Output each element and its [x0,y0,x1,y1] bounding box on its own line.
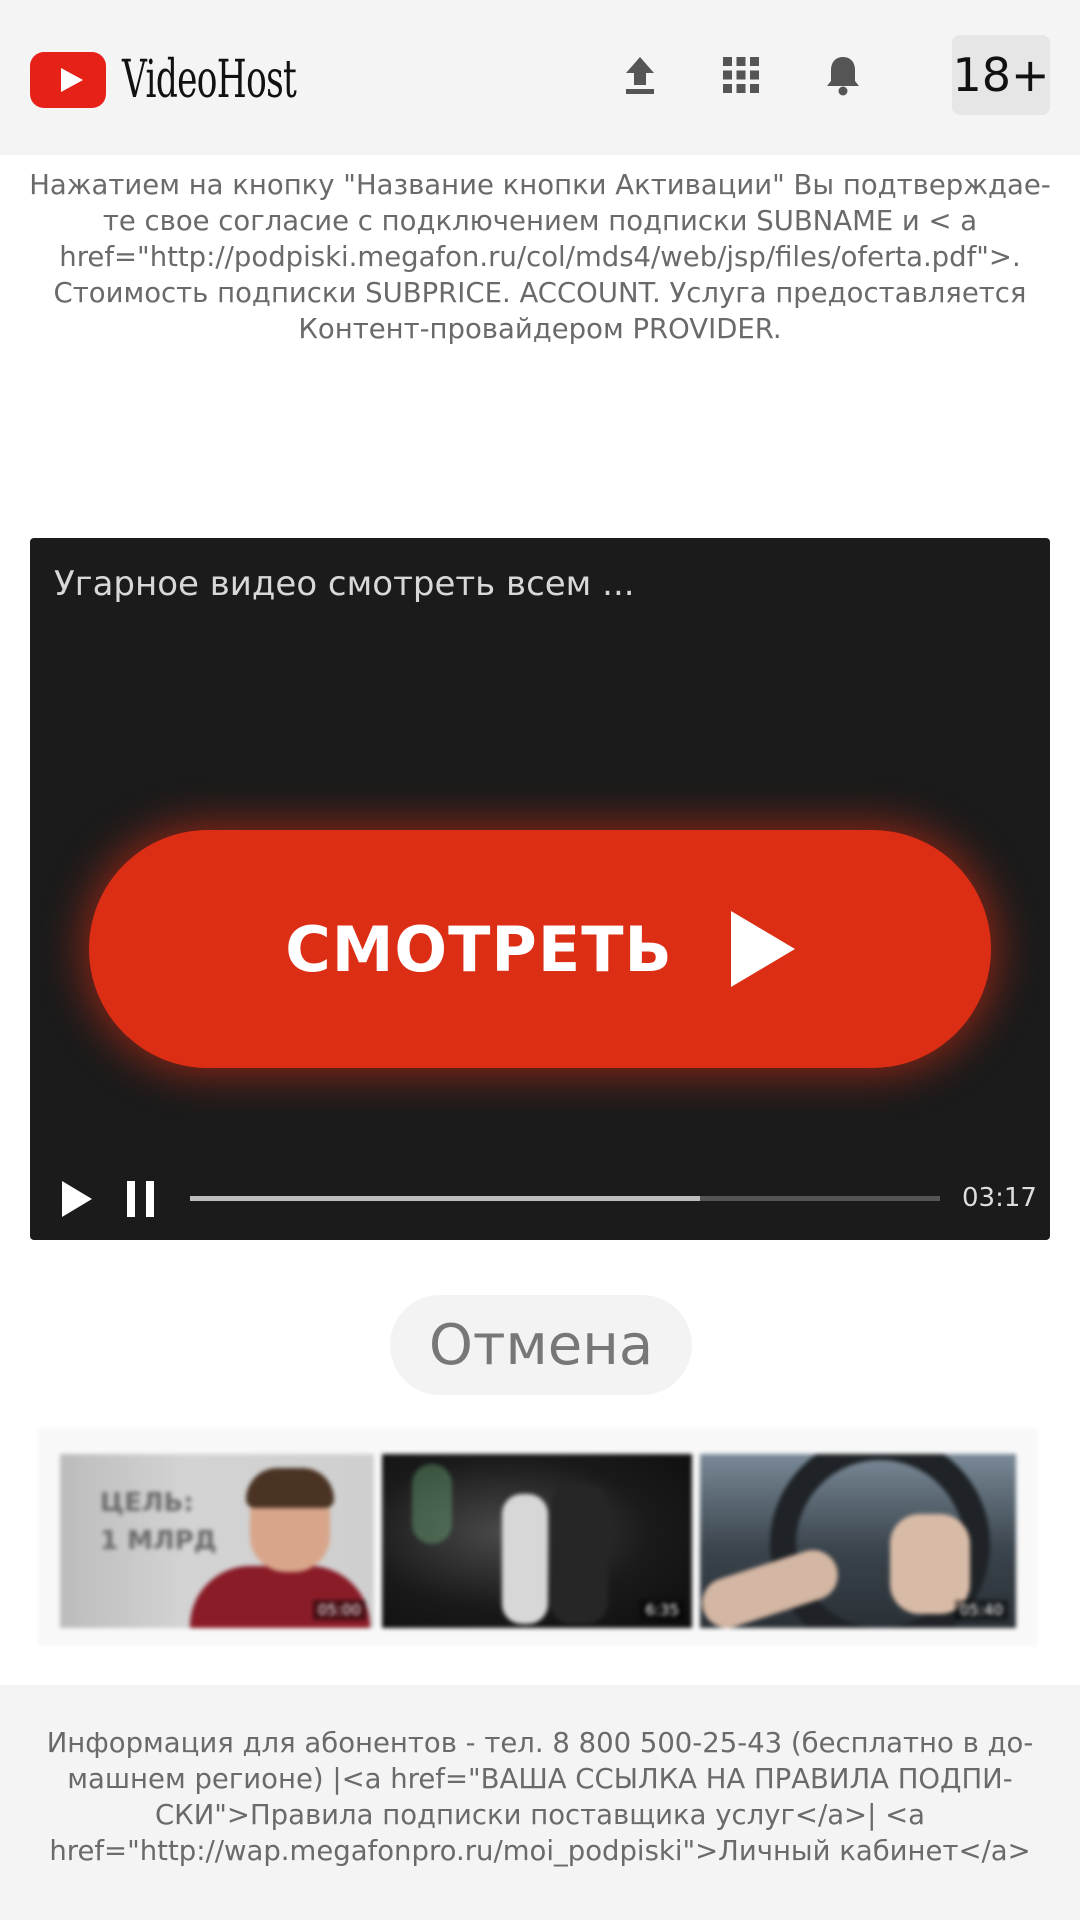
header: VideoHost 18+ [0,0,1080,155]
thumbnail-duration: 6:35 [640,1600,684,1620]
video-thumbnail[interactable]: 05:40 [700,1454,1016,1628]
play-icon [730,911,795,987]
video-thumbnail[interactable]: 6:35 [382,1454,692,1628]
progress-bar[interactable] [190,1196,940,1201]
logo-play-icon [30,52,106,108]
thumbnail-overlay-text: ЦЕЛЬ: 1 МЛРД [100,1488,217,1556]
video-duration: 03:17 [962,1183,1037,1213]
watch-button[interactable]: СМОТРЕТЬ [89,830,991,1068]
thumbnail-duration: 05:00 [312,1600,366,1620]
subscription-disclaimer: Нажатием на кнопку "Название кнопки Акти… [29,169,1051,345]
age-rating-badge: 18+ [952,35,1050,115]
logo-text: VideoHost [122,50,297,110]
bell-icon[interactable] [815,45,871,105]
video-thumbnail[interactable]: ЦЕЛЬ: 1 МЛРД 05:00 [60,1454,374,1628]
cancel-button[interactable]: Отмена [390,1295,692,1395]
play-control-icon[interactable] [62,1181,92,1217]
footer: Информация для абонентов - тел. 8 800 50… [0,1685,1080,1920]
video-player[interactable]: Угарное видео смотреть всем ... СМОТРЕТЬ… [30,538,1050,1240]
logo[interactable]: VideoHost [30,50,386,110]
video-title: Угарное видео смотреть всем ... [54,564,635,604]
related-videos-strip: ЦЕЛЬ: 1 МЛРД 05:00 6:35 05:40 [38,1428,1038,1646]
footer-info-text: Информация для абонентов - тел. 8 800 50… [46,1727,1034,1867]
watch-button-label: СМОТРЕТЬ [285,912,673,986]
pause-control-icon[interactable] [127,1181,154,1217]
progress-bar-fill [190,1196,700,1201]
apps-grid-icon[interactable] [713,45,769,105]
upload-icon[interactable] [612,45,668,105]
thumbnail-duration: 05:40 [954,1600,1008,1620]
